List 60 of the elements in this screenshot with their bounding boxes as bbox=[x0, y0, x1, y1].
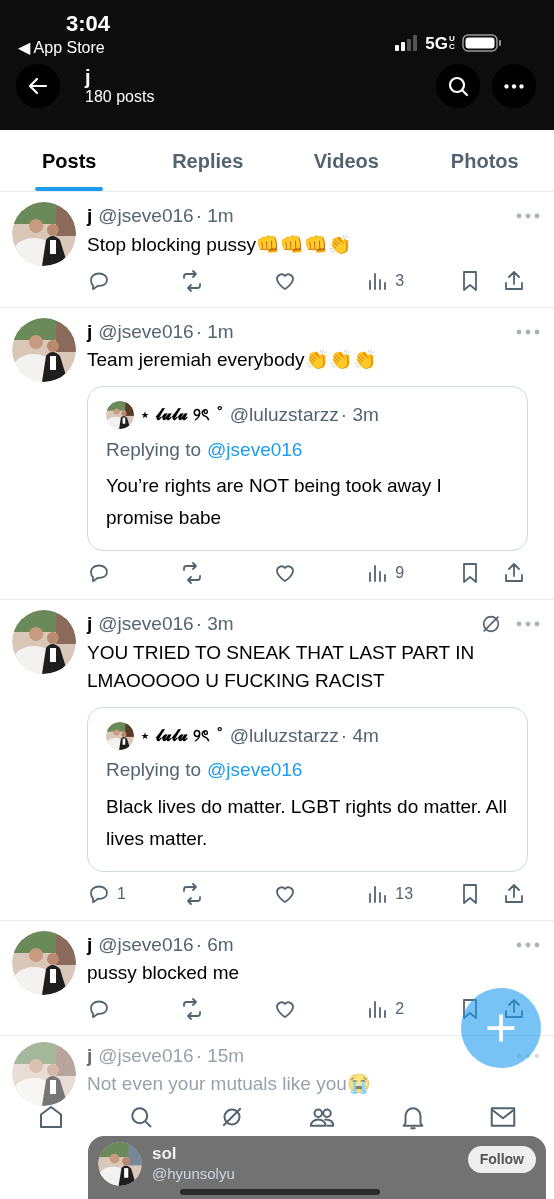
quoted-text: Black lives do matter. LGBT rights do matter. All lives matter. bbox=[106, 794, 508, 851]
follow-button[interactable]: Follow bbox=[467, 1146, 536, 1173]
search-button[interactable] bbox=[436, 64, 480, 108]
author-handle: @jseve016 bbox=[98, 319, 194, 344]
author-handle: @luluzstarzz bbox=[229, 403, 339, 427]
account-handle: @hyunsolyu bbox=[152, 1164, 235, 1184]
replying-label: Replying to bbox=[106, 758, 202, 782]
back-button[interactable] bbox=[16, 64, 60, 108]
author-name: j bbox=[87, 612, 93, 636]
replying-label: Replying to bbox=[106, 437, 202, 462]
back-to-app-link[interactable]: ◀ App Store bbox=[18, 38, 105, 58]
author-handle: @jseve016 bbox=[98, 204, 194, 228]
author-name: ⋆ 𝓵𝓾𝓵𝓾 ୨ৎ ˚ bbox=[140, 404, 224, 427]
share-icon[interactable] bbox=[502, 268, 526, 293]
more-icon bbox=[504, 83, 524, 89]
author-handle: @jseve016 bbox=[98, 932, 194, 957]
author-name: j bbox=[87, 1044, 93, 1068]
profile-tab[interactable]: Posts bbox=[0, 130, 139, 191]
post-time: · 3m bbox=[195, 612, 234, 636]
author-handle: @jseve016 bbox=[98, 612, 194, 636]
post-text: pussy blocked me bbox=[87, 961, 241, 985]
post-text: Stop blocking pussy👊👊👊👏 bbox=[87, 232, 353, 257]
author-handle: @jseve016 bbox=[98, 1044, 194, 1068]
network-suffix: UC bbox=[449, 35, 456, 51]
account-name: sol bbox=[152, 1144, 178, 1164]
post-text: Team jeremiah everybody👏👏👏 bbox=[87, 348, 378, 372]
view-count: 9 bbox=[395, 563, 405, 583]
view-count: 3 bbox=[395, 270, 405, 291]
post-time: · 6m bbox=[195, 932, 234, 957]
profile-name: j bbox=[85, 67, 92, 87]
post-time: · 15m bbox=[195, 1044, 245, 1068]
post-time: · 4m bbox=[340, 723, 379, 748]
post-count: 180 posts bbox=[85, 89, 155, 105]
signal-icon bbox=[395, 35, 420, 51]
more-button[interactable] bbox=[492, 64, 536, 108]
author-handle: @luluzstarzz bbox=[229, 723, 339, 748]
view-count: 13 bbox=[395, 883, 414, 904]
network-label: 5G bbox=[425, 34, 448, 52]
post-time: · 1m bbox=[195, 319, 234, 344]
author-name: ⋆ 𝓵𝓾𝓵𝓾 ୨ৎ ˚ bbox=[140, 724, 224, 747]
search-icon bbox=[446, 74, 470, 98]
post-text: Not even your mutuals like you😭 bbox=[87, 1071, 371, 1096]
post-time: · 1m bbox=[195, 204, 234, 228]
quoted-post[interactable]: ⋆ 𝓵𝓾𝓵𝓾 ୨ৎ ˚ @luluzstarzz· 3m Replying to @jseve016 You’re rights are NOT being took away I promise babe bbox=[87, 386, 528, 551]
post-time: · 3m bbox=[340, 403, 379, 427]
author-name: j bbox=[87, 319, 93, 344]
quoted-text: You’re rights are NOT being took away I promise babe bbox=[106, 474, 443, 530]
post-text: YOU TRIED TO SNEAK THAT LAST PART IN LMAOOOOO U FUCKING RACIST bbox=[87, 640, 476, 693]
view-count: 2 bbox=[395, 999, 405, 1019]
clock: 3:04 bbox=[66, 10, 111, 38]
share-icon[interactable] bbox=[502, 561, 526, 585]
profile-tab[interactable]: Replies bbox=[138, 130, 277, 191]
battery-icon bbox=[462, 34, 502, 52]
author-name: j bbox=[87, 932, 93, 957]
author-name: j bbox=[87, 204, 93, 228]
share-icon[interactable] bbox=[502, 881, 526, 906]
quoted-post[interactable]: ⋆ 𝓵𝓾𝓵𝓾 ୨ৎ ˚ @luluzstarzz· 4m Replying to @jseve016 Black lives do matter. LGBT rights do matter. All lives matter. bbox=[87, 706, 528, 872]
profile-tab[interactable]: Videos bbox=[277, 130, 416, 191]
reply-count: 1 bbox=[117, 883, 126, 904]
profile-tab[interactable]: Photos bbox=[415, 130, 554, 191]
